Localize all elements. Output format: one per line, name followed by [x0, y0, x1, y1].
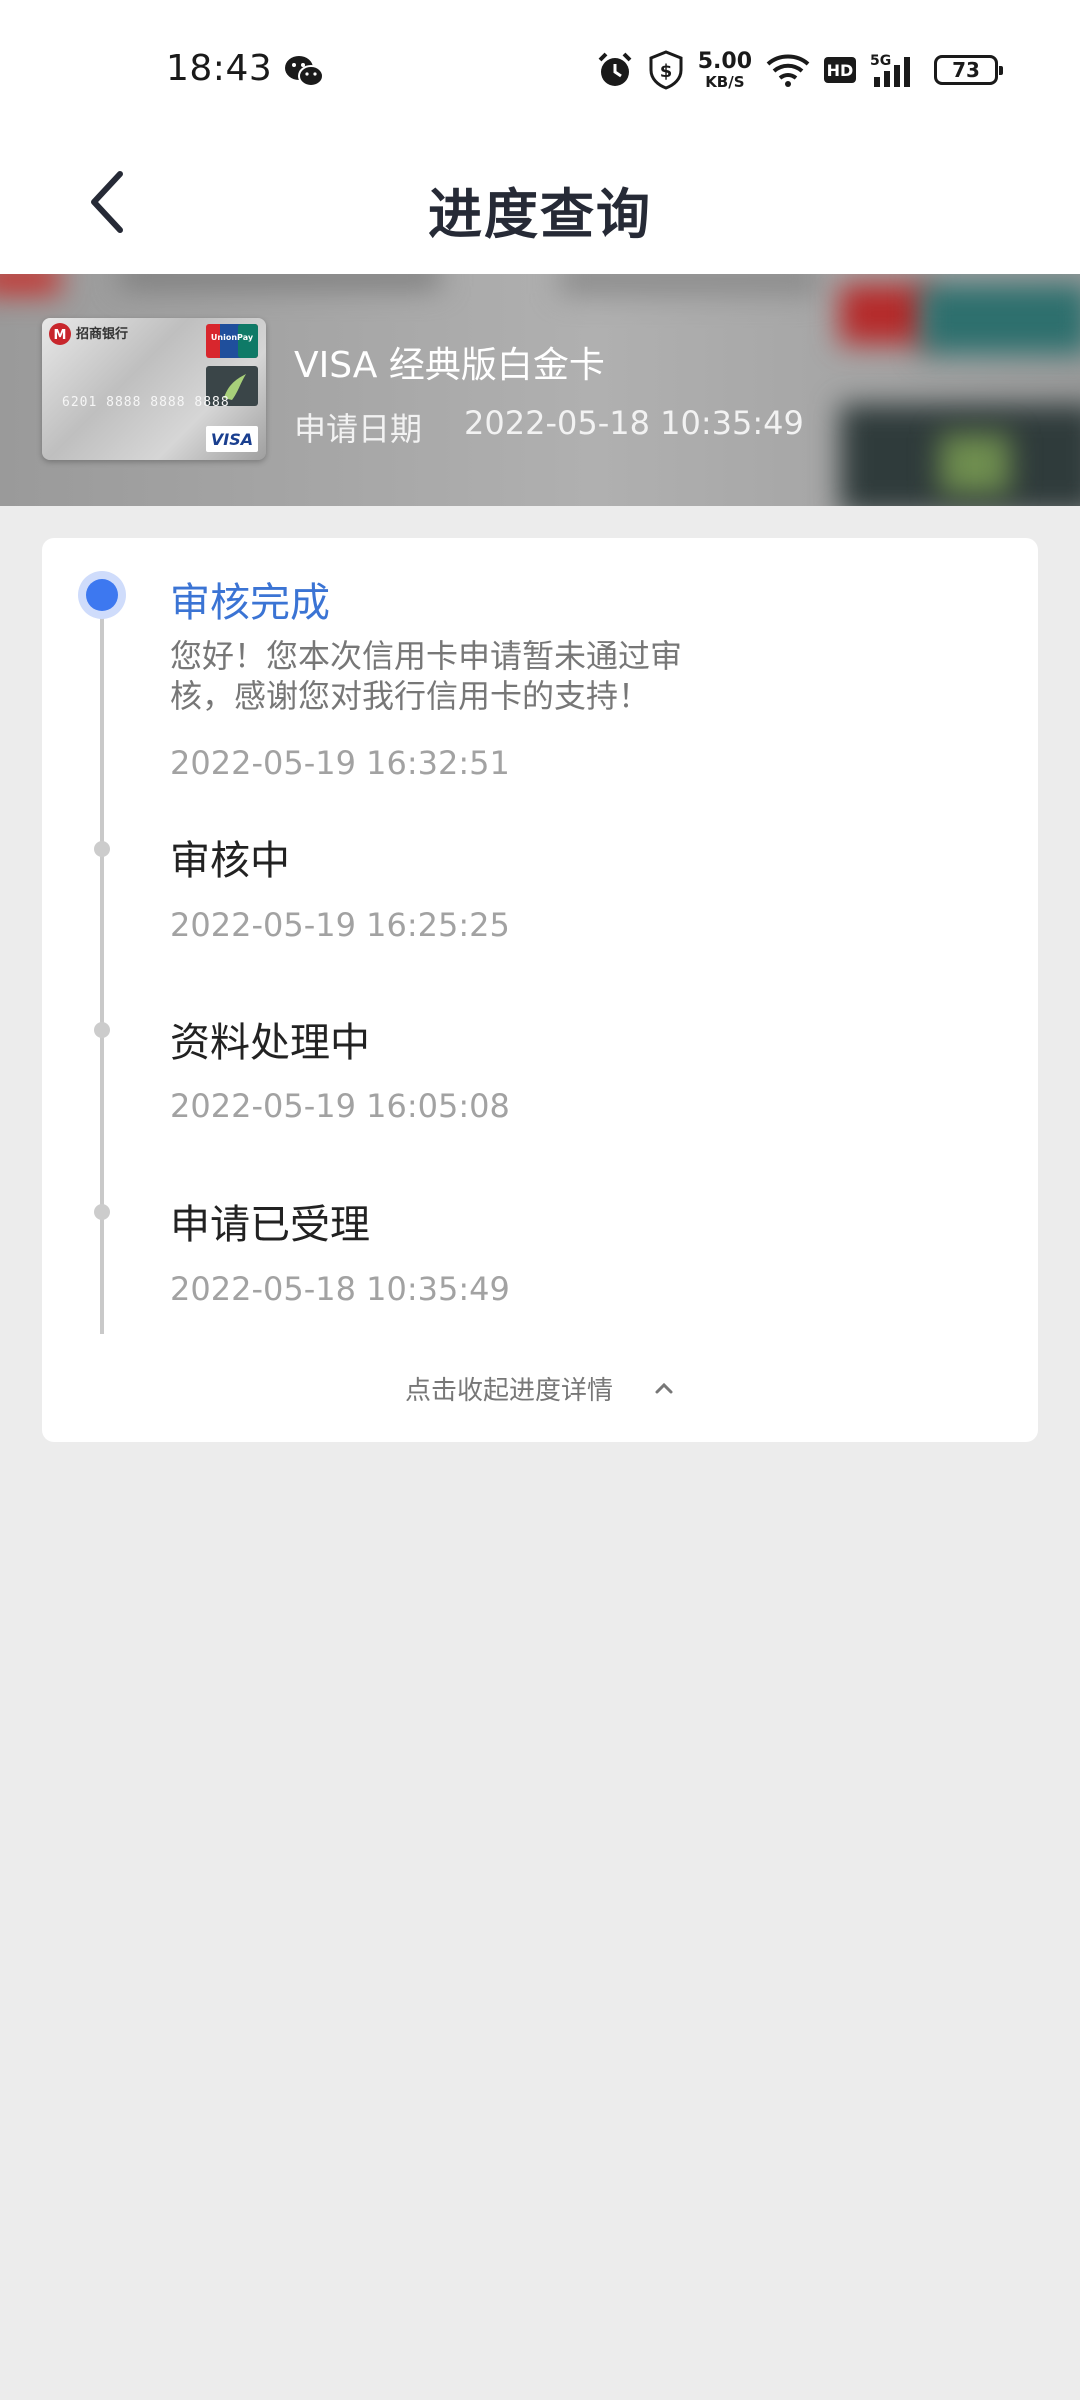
app-header: 进度查询 [0, 140, 1080, 274]
step-message: 您好！您本次信用卡申请暂未通过审核，感谢您对我行信用卡的支持！ [170, 637, 683, 715]
net-speed: 5.00 KB/S [697, 48, 752, 91]
unionpay-label: UnionPay [211, 333, 254, 342]
chevron-up-icon [655, 1382, 673, 1394]
progress-panel: 审核完成 您好！您本次信用卡申请暂未通过审核，感谢您对我行信用卡的支持！ 202… [42, 538, 1038, 1442]
battery-icon: 73 [934, 55, 1003, 85]
net-speed-unit: KB/S [705, 72, 745, 91]
card-name: VISA 经典版白金卡 [294, 345, 605, 386]
step-dot [94, 1022, 110, 1038]
visa-label: VISA [211, 430, 253, 449]
net-speed-value: 5.00 [697, 48, 752, 74]
step-time: 2022-05-19 16:32:51 [170, 744, 510, 782]
svg-text:6201 8888 8888 8888: 6201 8888 8888 8888 [62, 395, 230, 410]
apply-date-label: 申请日期 [294, 410, 423, 448]
apply-date-row: 申请日期 2022-05-18 10:35:49 [294, 404, 804, 450]
hd-icon: HD [824, 57, 856, 83]
step-current-dot [78, 571, 126, 619]
timeline-line [100, 594, 104, 1334]
collapse-progress-button[interactable]: 点击收起进度详情 [42, 1358, 1038, 1418]
apply-date-value: 2022-05-18 10:35:49 [464, 404, 804, 442]
card-thumbnail: M 招商银行 UnionPay 6201 8888 8888 8888 VISA [42, 318, 266, 460]
svg-text:5G: 5G [870, 53, 891, 69]
status-time: 18:43 [166, 48, 273, 89]
wechat-icon [285, 56, 324, 87]
battery-level: 73 [952, 58, 980, 82]
signal-5g-icon: 5G [870, 53, 910, 87]
step-dot [94, 1204, 110, 1220]
wifi-icon [766, 54, 810, 87]
status-bar: 18:43 $ 5.00 KB/S HD 5G 73 [0, 0, 1080, 140]
svg-text:$: $ [659, 61, 672, 82]
step-time: 2022-05-19 16:25:25 [170, 906, 510, 944]
alarm-icon [598, 52, 632, 86]
svg-text:M: M [54, 328, 67, 343]
step-title: 审核完成 [170, 580, 330, 626]
step-title: 资料处理中 [170, 1020, 370, 1066]
shield-dollar-icon: $ [649, 50, 683, 90]
step-dot [94, 841, 110, 857]
step-title: 审核中 [170, 838, 290, 884]
card-thumbnail-art: M 招商银行 UnionPay 6201 8888 8888 8888 VISA [49, 323, 258, 452]
page-title: 进度查询 [428, 183, 652, 246]
collapse-label: 点击收起进度详情 [404, 1375, 613, 1406]
step-time: 2022-05-19 16:05:08 [170, 1087, 510, 1125]
step-time: 2022-05-18 10:35:49 [170, 1270, 510, 1308]
step-title: 申请已受理 [170, 1202, 370, 1248]
card-banner: M 招商银行 UnionPay 6201 8888 8888 8888 VISA… [0, 274, 1080, 506]
bank-name: 招商银行 [76, 326, 128, 342]
